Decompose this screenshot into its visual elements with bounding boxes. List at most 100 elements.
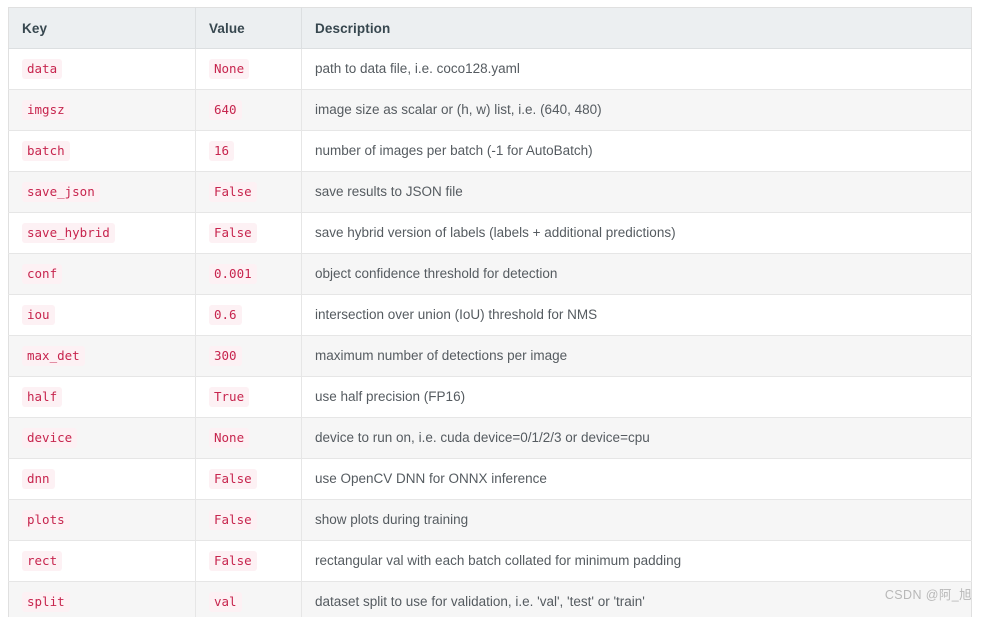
cell-description: show plots during training — [301, 499, 972, 541]
param-key-code: save_hybrid — [22, 223, 115, 243]
param-description-text: number of images per batch (-1 for AutoB… — [315, 142, 593, 158]
cell-key: batch — [8, 130, 196, 172]
cell-key: device — [8, 417, 196, 459]
param-description-text: maximum number of detections per image — [315, 347, 568, 363]
param-value-code: False — [209, 510, 257, 530]
cell-value: 300 — [195, 335, 302, 377]
column-header-value: Value — [195, 7, 302, 49]
cell-description: image size as scalar or (h, w) list, i.e… — [301, 89, 972, 131]
param-description-text: object confidence threshold for detectio… — [315, 265, 558, 281]
param-description-text: show plots during training — [315, 511, 469, 527]
cell-value: 640 — [195, 89, 302, 131]
param-key-code: device — [22, 428, 78, 448]
param-description-text: dataset split to use for validation, i.e… — [315, 593, 645, 609]
table-row: half True use half precision (FP16) — [8, 376, 972, 418]
cell-key: split — [8, 581, 196, 617]
param-key-code: half — [22, 387, 63, 407]
table-row: device None device to run on, i.e. cuda de… — [8, 417, 972, 459]
cell-key: save_json — [8, 171, 196, 213]
param-key-code: plots — [22, 510, 70, 530]
param-value-code: None — [209, 428, 250, 448]
table-row: max_det 300 maximum number of detections p… — [8, 335, 972, 377]
param-description-text: use half precision (FP16) — [315, 388, 466, 404]
cell-key: dnn — [8, 458, 196, 500]
param-value-code: True — [209, 387, 250, 407]
param-key-code: conf — [22, 264, 63, 284]
column-header-key: Key — [8, 7, 196, 49]
cell-key: iou — [8, 294, 196, 336]
cell-description: dataset split to use for validation, i.e… — [302, 582, 972, 617]
table-row: iou 0.6 intersection over union (IoU) thre… — [8, 294, 972, 336]
cell-value: True — [195, 376, 302, 418]
param-key-code: batch — [22, 141, 70, 161]
cell-value: 16 — [195, 130, 302, 172]
param-value-code: 0.6 — [209, 305, 242, 325]
parameters-table-container: Key Value Description data None path to da… — [8, 7, 972, 617]
cell-value: False — [195, 171, 302, 213]
param-description-text: image size as scalar or (h, w) list, i.e… — [315, 101, 602, 117]
cell-key: plots — [8, 499, 196, 541]
cell-description: use OpenCV DNN for ONNX inference — [301, 458, 972, 500]
param-value-code: 16 — [209, 141, 235, 161]
cell-description: save hybrid version of labels (labels + … — [301, 212, 972, 254]
table-row: data None path to data file, i.e. coco128.… — [8, 48, 972, 90]
table-row: dnn False use OpenCV DNN for ONNX inferenc… — [8, 458, 972, 500]
cell-value: False — [195, 212, 302, 254]
cell-value: False — [195, 540, 302, 582]
cell-key: save_hybrid — [8, 212, 196, 254]
table-row: batch 16 number of images per batch (-1 fo… — [8, 130, 972, 172]
column-header-description: Description — [301, 7, 972, 49]
table-row: conf 0.001 object confidence threshold for… — [8, 253, 972, 295]
param-key-code: dnn — [22, 469, 55, 489]
cell-description: device to run on, i.e. cuda device=0/1/2… — [301, 417, 972, 459]
cell-description: path to data file, i.e. coco128.yaml — [301, 48, 972, 90]
param-key-code: rect — [22, 551, 63, 571]
cell-key: data — [8, 48, 196, 90]
cell-value: None — [195, 417, 302, 459]
table-header: Key Value Description — [8, 7, 972, 49]
cell-key: max_det — [8, 335, 196, 377]
param-key-code: imgsz — [22, 100, 70, 120]
cell-description: object confidence threshold for detectio… — [301, 253, 972, 295]
param-description-text: device to run on, i.e. cuda device=0/1/2… — [315, 429, 650, 445]
table-body: data None path to data file, i.e. coco128.… — [8, 48, 972, 617]
table-row: save_json False save results to JSON file — [8, 171, 972, 213]
table-row: save_hybrid False save hybrid version of l… — [8, 212, 972, 254]
table-header-row: Key Value Description — [8, 7, 972, 49]
param-value-code: 300 — [209, 346, 242, 366]
parameters-table: Key Value Description data None path to da… — [8, 7, 972, 617]
cell-description: maximum number of detections per image — [301, 335, 972, 377]
cell-value: False — [195, 499, 302, 541]
param-value-code: None — [209, 59, 250, 79]
param-description-text: rectangular val with each batch collated… — [315, 552, 682, 568]
table-row: rect False rectangular val with each batch… — [8, 540, 972, 582]
param-value-code: False — [209, 469, 257, 489]
page-root: Key Value Description data None path to da… — [0, 0, 984, 617]
table-row: split val dataset split to use for validat… — [8, 581, 972, 617]
cell-value: val — [195, 581, 302, 617]
param-key-code: max_det — [22, 346, 85, 366]
cell-description: save results to JSON file — [301, 171, 972, 213]
table-row: imgsz 640 image size as scalar or (h, w) l… — [8, 89, 972, 131]
cell-description: intersection over union (IoU) threshold … — [301, 294, 972, 336]
cell-value: 0.001 — [195, 253, 302, 295]
cell-description: use half precision (FP16) — [301, 376, 972, 418]
param-key-code: iou — [22, 305, 55, 325]
param-description-text: save results to JSON file — [315, 183, 463, 199]
cell-value: False — [195, 458, 302, 500]
cell-description: number of images per batch (-1 for AutoB… — [301, 130, 972, 172]
cell-key: half — [8, 376, 196, 418]
param-description-text: path to data file, i.e. coco128.yaml — [315, 60, 520, 76]
param-key-code: save_json — [22, 182, 100, 202]
param-value-code: val — [209, 592, 242, 612]
param-description-text: save hybrid version of labels (labels + … — [315, 224, 676, 240]
param-description-text: intersection over union (IoU) threshold … — [315, 306, 598, 322]
param-value-code: False — [209, 223, 257, 243]
param-key-code: data — [22, 59, 63, 79]
cell-value: None — [195, 48, 302, 90]
cell-value: 0.6 — [195, 294, 302, 336]
cell-key: conf — [8, 253, 196, 295]
param-description-text: use OpenCV DNN for ONNX inference — [315, 470, 547, 486]
param-value-code: False — [209, 182, 257, 202]
cell-key: rect — [8, 540, 196, 582]
